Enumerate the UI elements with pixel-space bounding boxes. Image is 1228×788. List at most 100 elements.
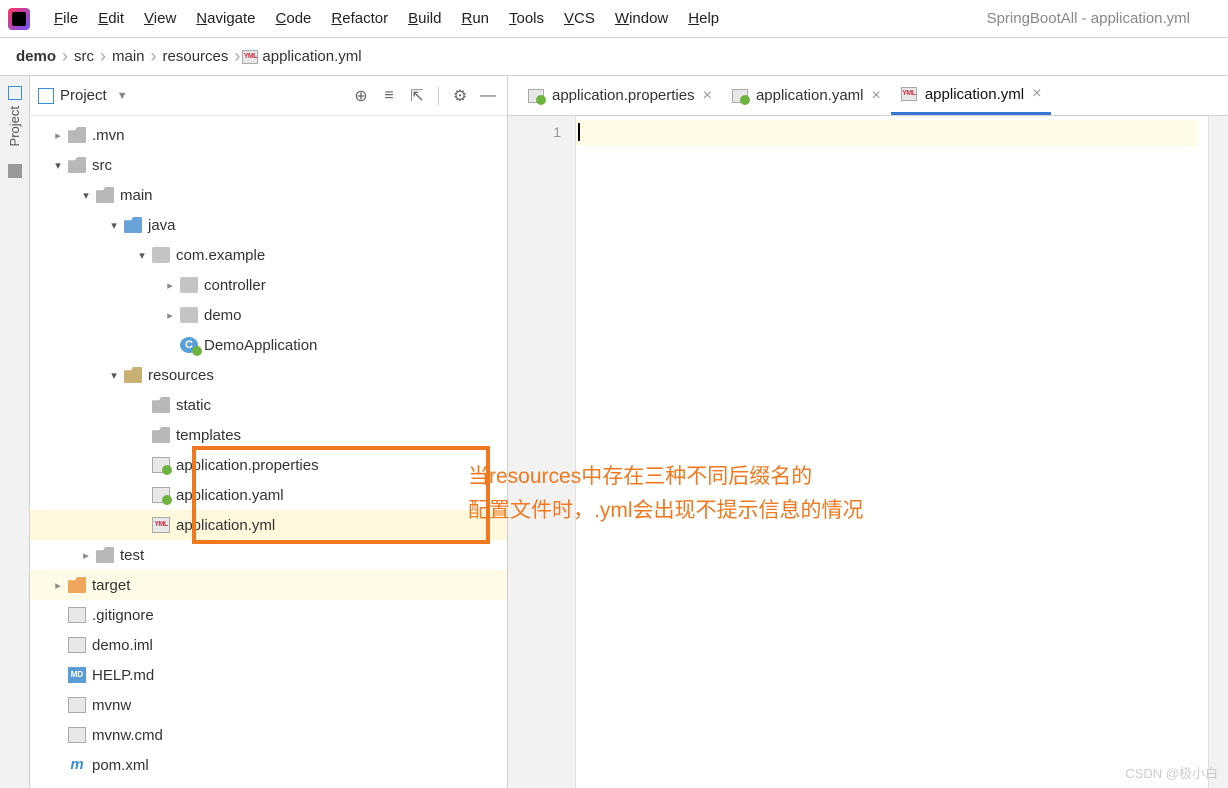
breadcrumb-seg[interactable]: resources bbox=[159, 48, 233, 65]
tree-label: pom.xml bbox=[92, 757, 149, 774]
text-cursor bbox=[578, 123, 580, 141]
md-icon bbox=[68, 667, 86, 683]
menu-vcs[interactable]: VCS bbox=[554, 8, 605, 29]
breadcrumb-seg[interactable]: main bbox=[108, 48, 149, 65]
code-line[interactable] bbox=[576, 120, 1198, 146]
tree-node--gitignore[interactable]: .gitignore bbox=[30, 600, 507, 630]
tree-node-pom-xml[interactable]: pom.xml bbox=[30, 750, 507, 780]
structure-tool-icon[interactable] bbox=[8, 164, 22, 178]
tree-node-mvnw[interactable]: mvnw bbox=[30, 690, 507, 720]
tab-application-yml[interactable]: application.yml × bbox=[891, 76, 1052, 115]
tree-node-java[interactable]: java bbox=[30, 210, 507, 240]
chevron-down-icon[interactable] bbox=[106, 219, 122, 232]
chevron-down-icon[interactable] bbox=[134, 249, 150, 262]
pkg-icon bbox=[180, 307, 198, 323]
editor[interactable]: 1 bbox=[508, 116, 1228, 788]
sidebar-toolbar: Project ▼ ⊕ ≡ ⇱ ⚙ — bbox=[30, 76, 507, 116]
tree-label: application.yaml bbox=[176, 487, 284, 504]
yml-icon bbox=[901, 87, 917, 101]
chevron-down-icon[interactable] bbox=[78, 189, 94, 202]
tab-application-properties[interactable]: application.properties× bbox=[518, 76, 722, 115]
chevron-down-icon[interactable] bbox=[50, 159, 66, 172]
tree-node-resources[interactable]: resources bbox=[30, 360, 507, 390]
tree-node-mvnw-cmd[interactable]: mvnw.cmd bbox=[30, 720, 507, 750]
menu-file[interactable]: File bbox=[44, 8, 88, 29]
scrollbar-vertical[interactable] bbox=[1208, 116, 1228, 788]
project-tree[interactable]: .mvn srcmain java com.example controller demo… bbox=[30, 116, 507, 788]
tree-label: controller bbox=[204, 277, 266, 294]
chevron-down-icon[interactable]: ▼ bbox=[117, 90, 128, 102]
tree-node-target[interactable]: target bbox=[30, 570, 507, 600]
menu-navigate[interactable]: Navigate bbox=[186, 8, 265, 29]
menu-refactor[interactable]: Refactor bbox=[321, 8, 398, 29]
tree-node--mvn[interactable]: .mvn bbox=[30, 120, 507, 150]
chevron-right-icon[interactable] bbox=[162, 279, 178, 292]
code-area[interactable] bbox=[576, 116, 1228, 788]
tab-label: application.yml bbox=[925, 86, 1024, 103]
close-icon[interactable]: × bbox=[703, 87, 712, 105]
breadcrumb-seg[interactable]: application.yml bbox=[258, 48, 365, 65]
file-icon bbox=[68, 697, 86, 713]
tree-node-application-properties[interactable]: application.properties bbox=[30, 450, 507, 480]
tree-node-static[interactable]: static bbox=[30, 390, 507, 420]
collapse-all-icon[interactable]: ⇱ bbox=[406, 85, 428, 107]
tree-node-demo[interactable]: demo bbox=[30, 300, 507, 330]
props-icon bbox=[732, 89, 748, 103]
editor-area: application.properties×application.yaml×… bbox=[508, 76, 1228, 788]
tree-node-test[interactable]: test bbox=[30, 540, 507, 570]
menu-view[interactable]: View bbox=[134, 8, 186, 29]
tree-node-com-example[interactable]: com.example bbox=[30, 240, 507, 270]
pkg-icon bbox=[180, 277, 198, 293]
tree-label: mvnw.cmd bbox=[92, 727, 163, 744]
tree-node-demo-iml[interactable]: demo.iml bbox=[30, 630, 507, 660]
chevron-right-icon[interactable] bbox=[50, 579, 66, 592]
tab-application-yaml[interactable]: application.yaml× bbox=[722, 76, 891, 115]
folder-icon bbox=[124, 217, 142, 233]
yml-icon bbox=[242, 50, 258, 64]
expand-all-icon[interactable]: ≡ bbox=[378, 85, 400, 107]
menu-window[interactable]: Window bbox=[605, 8, 678, 29]
tree-label: HELP.md bbox=[92, 667, 154, 684]
chevron-right-icon[interactable] bbox=[162, 309, 178, 322]
menu-edit[interactable]: Edit bbox=[88, 8, 134, 29]
tool-window-bar[interactable]: Project bbox=[0, 76, 30, 788]
menu-help[interactable]: Help bbox=[678, 8, 729, 29]
tree-label: application.yml bbox=[176, 517, 275, 534]
gear-icon[interactable]: ⚙ bbox=[449, 85, 471, 107]
tree-node-templates[interactable]: templates bbox=[30, 420, 507, 450]
watermark: CSDN @极小白 bbox=[1125, 763, 1218, 782]
tree-label: .mvn bbox=[92, 127, 125, 144]
breadcrumb-seg[interactable]: demo bbox=[12, 48, 60, 65]
chevron-down-icon[interactable] bbox=[106, 369, 122, 382]
menu-tools[interactable]: Tools bbox=[499, 8, 554, 29]
folder-icon bbox=[152, 397, 170, 413]
m-icon bbox=[68, 757, 86, 773]
tree-node-HELP-md[interactable]: HELP.md bbox=[30, 660, 507, 690]
gutter: 1 bbox=[508, 116, 576, 788]
menu-code[interactable]: Code bbox=[266, 8, 322, 29]
folder-icon bbox=[96, 187, 114, 203]
breadcrumb-seg[interactable]: src bbox=[70, 48, 98, 65]
tree-label: java bbox=[148, 217, 176, 234]
menu-run[interactable]: Run bbox=[451, 8, 499, 29]
menu-build[interactable]: Build bbox=[398, 8, 451, 29]
tree-node-src[interactable]: src bbox=[30, 150, 507, 180]
tree-node-application-yaml[interactable]: application.yaml bbox=[30, 480, 507, 510]
hide-icon[interactable]: — bbox=[477, 85, 499, 107]
app-icon bbox=[8, 8, 30, 30]
tree-node-controller[interactable]: controller bbox=[30, 270, 507, 300]
tree-node-application-yml[interactable]: application.yml bbox=[30, 510, 507, 540]
chevron-right-icon[interactable] bbox=[78, 549, 94, 562]
locate-icon[interactable]: ⊕ bbox=[350, 85, 372, 107]
sidebar-title[interactable]: Project bbox=[60, 87, 107, 104]
menubar: FileEditViewNavigateCodeRefactorBuildRun… bbox=[0, 0, 1228, 38]
tree-node-main[interactable]: main bbox=[30, 180, 507, 210]
project-tool-icon[interactable] bbox=[8, 86, 22, 100]
chevron-right-icon[interactable] bbox=[50, 129, 66, 142]
close-icon[interactable]: × bbox=[872, 87, 881, 105]
tree-node-DemoApplication[interactable]: DemoApplication bbox=[30, 330, 507, 360]
close-icon[interactable]: × bbox=[1032, 85, 1041, 103]
project-tool-label[interactable]: Project bbox=[7, 106, 22, 146]
chevron-right-icon: › bbox=[149, 46, 159, 67]
tree-label: test bbox=[120, 547, 144, 564]
